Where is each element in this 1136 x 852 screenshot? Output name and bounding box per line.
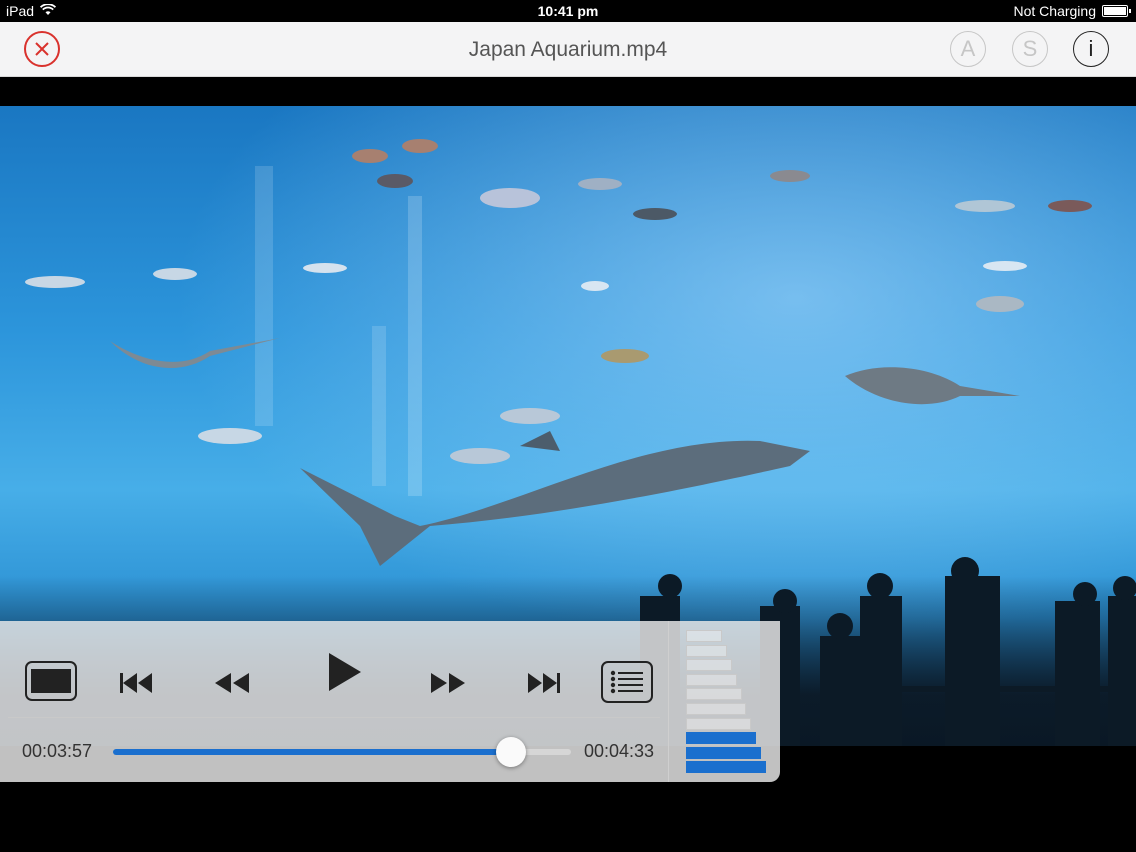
info-button[interactable]: i (1073, 31, 1109, 67)
clock: 10:41 pm (537, 3, 599, 19)
volume-level-bar[interactable] (686, 703, 747, 715)
volume-level-bar[interactable] (686, 673, 737, 686)
volume-level-bar[interactable] (686, 746, 762, 759)
seek-thumb[interactable] (496, 737, 527, 767)
volume-level-bar[interactable] (686, 644, 727, 657)
next-button[interactable] (524, 668, 564, 698)
previous-button[interactable] (116, 668, 156, 698)
audio-track-button[interactable]: A (950, 31, 986, 67)
title-bar: Japan Aquarium.mp4 A S i (0, 22, 1136, 77)
fast-forward-button[interactable] (428, 668, 468, 698)
play-icon (329, 653, 361, 691)
skip-previous-icon (120, 673, 152, 693)
volume-level-bar[interactable] (686, 732, 757, 745)
skip-next-icon (528, 673, 560, 693)
rewind-icon (215, 673, 249, 693)
play-button[interactable] (322, 649, 366, 695)
total-time: 00:04:33 (584, 741, 655, 761)
volume-level-bar[interactable] (686, 717, 752, 730)
volume-level-bar[interactable] (686, 761, 766, 774)
volume-control[interactable] (668, 621, 781, 782)
volume-level-bar[interactable] (686, 659, 732, 672)
seek-progress (113, 749, 512, 755)
volume-level-bar[interactable] (686, 630, 722, 642)
rewind-button[interactable] (212, 668, 252, 698)
aspect-ratio-icon (31, 669, 71, 693)
playlist-button[interactable] (601, 661, 653, 703)
player-controls: 00:03:57 00:04:33 (0, 621, 780, 782)
battery-icon (1102, 5, 1131, 17)
fast-forward-icon (431, 673, 465, 693)
seek-bar[interactable] (113, 737, 571, 767)
volume-level-bar[interactable] (686, 688, 742, 701)
playlist-icon (610, 670, 643, 694)
aspect-ratio-button[interactable] (25, 661, 77, 701)
elapsed-time: 00:03:57 (22, 741, 93, 761)
status-bar: iPad 10:41 pm Not Charging (0, 0, 1136, 22)
battery-status-text: Not Charging (1013, 3, 1097, 19)
controls-divider (8, 717, 660, 718)
subtitle-button[interactable]: S (1012, 31, 1048, 67)
